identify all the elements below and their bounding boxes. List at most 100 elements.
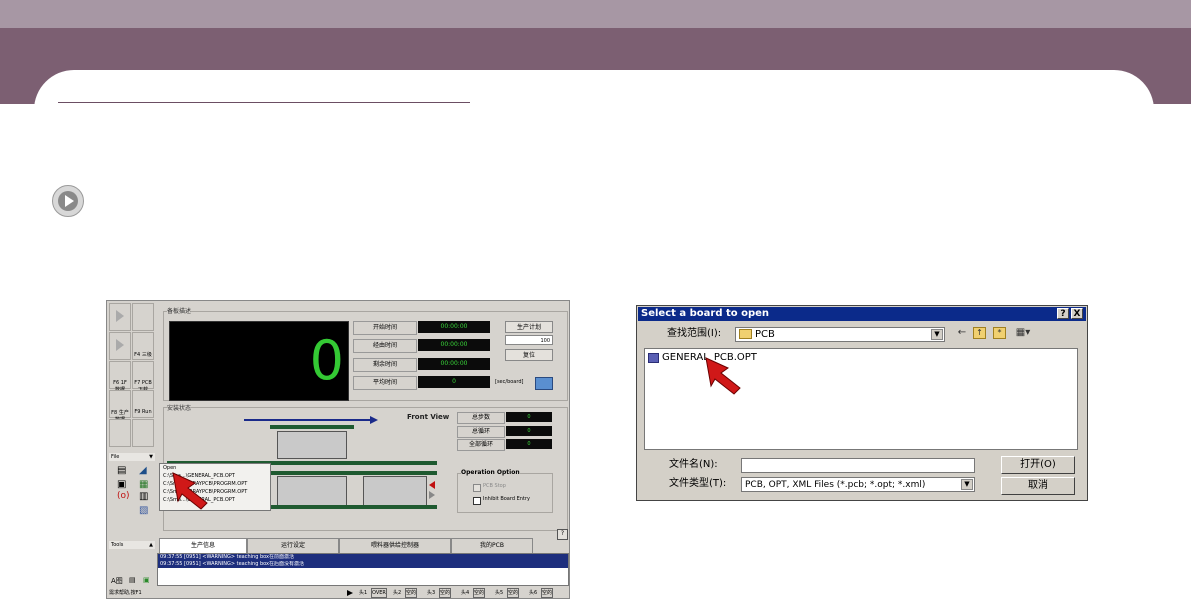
toolbar-button-f10[interactable]: [109, 419, 131, 447]
play-button[interactable]: [52, 185, 84, 217]
tab-feeder-control[interactable]: 喂料器供给控制器: [339, 538, 451, 554]
total-cycles-label: 总循环: [457, 426, 505, 438]
production-plan-button[interactable]: 生产计划: [505, 321, 553, 333]
up-folder-icon[interactable]: ↑: [973, 327, 986, 339]
tab-my-pcb[interactable]: 我的PCB: [451, 538, 533, 554]
start-time-label: 开始时间: [353, 321, 417, 335]
toolbar-button-step[interactable]: [109, 332, 131, 360]
head-status-1-value: OVER: [371, 588, 387, 598]
toolbar-button-f8[interactable]: F8 生产数据: [109, 390, 131, 423]
view-menu-icon[interactable]: ▦▾: [1013, 327, 1033, 339]
upper-board: [277, 431, 347, 459]
import-icon[interactable]: ▦: [139, 479, 148, 490]
pcb-file-icon: [648, 353, 659, 363]
board-description-title: 备板描述: [167, 306, 192, 315]
dialog-close-button[interactable]: X: [1071, 308, 1083, 319]
cursor-arrow-icon: [172, 472, 208, 510]
dialog-title: Select a board to open: [641, 308, 770, 319]
tools-section-header[interactable]: Tools ▲: [109, 541, 155, 549]
chevron-down-icon: ▼: [149, 454, 153, 460]
cursor-arrow-icon: [705, 357, 741, 395]
upper-rail: [270, 425, 354, 429]
document-icon[interactable]: ▤: [117, 465, 126, 476]
back-arrow-icon[interactable]: ←: [955, 327, 969, 339]
filetype-select[interactable]: PCB, OPT, XML Files (*.pcb; *.opt; *.xml…: [741, 477, 975, 492]
print-icon[interactable]: ▤: [129, 576, 136, 584]
head-status-2: 头2: [393, 590, 402, 596]
folder-icon: [739, 329, 752, 339]
counter-value: 0: [309, 329, 344, 392]
toolbar-button-f7[interactable]: F7 PCB下载: [132, 361, 154, 393]
operation-option-title: Operation Option: [461, 469, 520, 476]
log-line[interactable]: 09:37:55 [0951] <WARNING> teaching box在后…: [158, 561, 568, 568]
head-status-6: 头6: [529, 590, 538, 596]
toolbar-button-f9[interactable]: F9 Run: [132, 390, 154, 418]
reset-button[interactable]: 复位: [505, 349, 553, 361]
sec-per-board-label: [sec/board]: [495, 379, 524, 385]
filetype-value: PCB, OPT, XML Files (*.pcb; *.opt; *.xml…: [745, 480, 926, 490]
toolbar-button-f11[interactable]: [132, 419, 154, 447]
dialog-help-button[interactable]: ?: [1057, 308, 1069, 319]
pcb-stop-checkbox[interactable]: [473, 484, 481, 492]
look-in-label: 查找范围(I):: [667, 328, 722, 339]
tab-production-info[interactable]: 生产信息: [159, 538, 247, 553]
status-help-text: 需求帮助,按F1: [109, 590, 142, 596]
filetype-label: 文件类型(T):: [669, 478, 727, 489]
chevron-down-icon[interactable]: ▼: [961, 479, 973, 490]
tab-run-settings[interactable]: 运行设定: [247, 538, 339, 554]
signal-icon[interactable]: (o): [117, 491, 130, 501]
average-time-label: 平均时间: [353, 376, 417, 390]
remaining-time-value: 00:00:00: [418, 358, 490, 370]
bottom-icons: A图 ▤ ▣: [109, 576, 155, 586]
a-icon[interactable]: A图: [111, 576, 123, 586]
save-icon[interactable]: ▣: [117, 479, 126, 490]
bottom-tab-bar: 生产信息 运行设定 喂料器供给控制器 我的PCB: [159, 538, 569, 554]
tools-label: Tools: [111, 542, 124, 548]
toolbar-button-play[interactable]: [109, 303, 131, 331]
installation-status-title: 安装状态: [167, 403, 192, 412]
remaining-time-label: 剩余时间: [353, 358, 417, 372]
toolbar-button-f6[interactable]: F6 1F 数据: [109, 361, 131, 393]
new-folder-icon[interactable]: *: [993, 327, 1006, 339]
cancel-button[interactable]: 取消: [1001, 477, 1075, 495]
head-status-4-value: 空的: [473, 588, 486, 598]
head-status-5-value: 空的: [507, 588, 520, 598]
chevron-up-icon: ▲: [149, 542, 153, 548]
head-status-1: 头1: [359, 590, 368, 596]
message-log: 09:37:55 [0951] <WARNING> teaching box在前…: [157, 553, 569, 586]
refresh-icon[interactable]: [535, 377, 553, 390]
total-cycles-value: 0: [506, 426, 552, 436]
folder-open-icon[interactable]: ◢: [139, 465, 147, 476]
log-line[interactable]: 09:37:55 [0951] <WARNING> teaching box在前…: [158, 554, 568, 561]
look-in-select[interactable]: PCB ▼: [735, 327, 945, 342]
file-label: File: [111, 454, 120, 460]
open-button[interactable]: 打开(O): [1001, 456, 1075, 474]
board-slot-2: [363, 476, 427, 506]
head-status-5: 头5: [495, 590, 504, 596]
computer-icon[interactable]: ▧: [139, 505, 148, 516]
head-status-3-value: 空的: [439, 588, 452, 598]
left-marker-icon: [429, 481, 435, 489]
flow-arrow: [244, 419, 372, 421]
filename-input[interactable]: [741, 458, 975, 473]
pcb-stop-label: PCB Stop: [483, 483, 506, 489]
look-in-value: PCB: [755, 329, 775, 340]
list-icon[interactable]: ▥: [139, 491, 148, 502]
toolbar-button-hand[interactable]: [132, 303, 154, 331]
head-status-4: 头4: [461, 590, 470, 596]
average-time-value: 0: [418, 376, 490, 388]
inhibit-checkbox[interactable]: [473, 497, 481, 505]
file-section-header[interactable]: File ▼: [109, 453, 155, 461]
green-icon[interactable]: ▣: [143, 576, 150, 584]
production-screenshot: F4 三级 F6 1F 数据 F7 PCB下载 F8 生产数据 F9 Run F…: [106, 300, 570, 599]
toolbar-button-f4[interactable]: F4 三级: [132, 332, 154, 360]
chevron-down-icon[interactable]: ▼: [931, 329, 943, 340]
total-steps-label: 总步数: [457, 412, 505, 424]
all-cycles-value: 0: [506, 439, 552, 449]
board-slot-1: [277, 476, 347, 506]
start-time-value: 00:00:00: [418, 321, 490, 333]
operation-option-group: [457, 473, 553, 513]
production-plan-input[interactable]: 100: [505, 335, 553, 345]
title-underline: [58, 102, 470, 103]
elapsed-time-value: 00:00:00: [418, 339, 490, 351]
